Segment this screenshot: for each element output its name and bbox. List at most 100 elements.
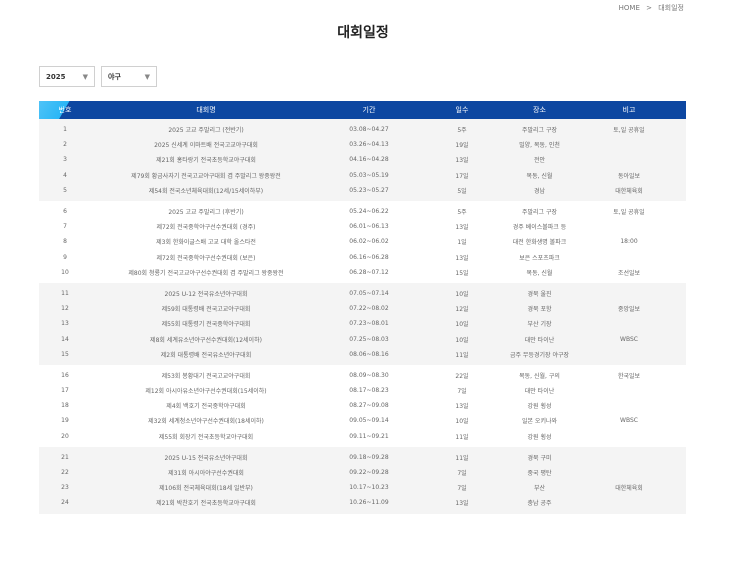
cell-number: 23: [61, 484, 69, 492]
cell-name: 2025 고교 주말리그 (전반기): [168, 127, 244, 135]
cell-days: 13일: [455, 403, 469, 411]
cell-place: 밀양, 목동, 인천: [519, 142, 560, 150]
cell-days: 13일: [455, 224, 469, 232]
breadcrumb: HOME > 대회일정: [617, 3, 686, 13]
cell-period: 07.23~08.01: [349, 320, 389, 328]
cell-period: 07.22~08.02: [349, 305, 389, 313]
table-row: 10 제80회 청룡기 전국고교야구선수권대회 겸 주말리그 왕중왕전 06.28~…: [39, 265, 686, 280]
cell-name: 2025 신세계 이마트배 전국고교야구대회: [154, 142, 258, 150]
table-header: 번호 대회명 기간 일수 장소 비고: [39, 101, 686, 119]
cell-name: 제80회 청룡기 전국고교야구선수권대회 겸 주말리그 왕중왕전: [128, 269, 284, 277]
cell-days: 10일: [455, 321, 469, 329]
row-group: 1 2025 고교 주말리그 (전반기) 03.08~04.27 5주 주말리그 구장 토…: [39, 119, 686, 201]
cell-number: 10: [61, 268, 69, 276]
cell-days: 7일: [457, 470, 467, 478]
cell-note: 중앙일보: [617, 306, 641, 314]
cell-period: 05.23~05.27: [349, 186, 389, 194]
cell-number: 21: [61, 453, 69, 461]
table-row: 9 제72회 전국중학야구선수권대회 (보은) 06.16~06.28 13일 보은 스…: [39, 250, 686, 265]
cell-days: 7일: [457, 388, 467, 396]
cell-number: 19: [61, 417, 69, 425]
cell-days: 11일: [455, 433, 469, 441]
table-row: 22 제31회 아시아야구선수권대회 09.22~09.28 7일 중국 평탄: [39, 465, 686, 480]
table-row: 2 2025 신세계 이마트배 전국고교야구대회 03.26~04.13 19일 밀양,…: [39, 137, 686, 152]
cell-note: WBSC: [620, 335, 638, 343]
cell-name: 제79회 황금사자기 전국고교야구대회 겸 주말리그 왕중왕전: [131, 172, 281, 180]
cell-name: 제55회 회장기 전국초등학교야구대회: [158, 433, 254, 441]
cell-period: 09.18~09.28: [349, 453, 389, 461]
table-body: 1 2025 고교 주말리그 (전반기) 03.08~04.27 5주 주말리그 구장 토…: [39, 119, 686, 514]
cell-period: 06.02~06.02: [349, 238, 389, 246]
cell-period: 05.03~05.19: [349, 171, 389, 179]
cell-name: 제12회 아시아유소년야구선수권대회(15세이하): [145, 388, 267, 396]
cell-period: 09.22~09.28: [349, 469, 389, 477]
table-row: 6 2025 고교 주말리그 (후반기) 05.24~06.22 5주 주말리그 구장 토…: [39, 204, 686, 219]
cell-name: 제2회 대통령배 전국유소년야구대회: [160, 351, 252, 359]
cell-number: 6: [63, 208, 67, 216]
cell-number: 1: [63, 126, 67, 134]
cell-number: 20: [61, 432, 69, 440]
cell-place: 부산 기장: [527, 321, 552, 329]
cell-period: 07.05~07.14: [349, 289, 389, 297]
cell-number: 2: [63, 141, 67, 149]
table-row: 1 2025 고교 주말리그 (전반기) 03.08~04.27 5주 주말리그 구장 토…: [39, 122, 686, 137]
cell-days: 13일: [455, 500, 469, 508]
cell-name: 제4회 백호기 전국중학야구대회: [166, 403, 246, 411]
cell-period: 09.11~09.21: [349, 432, 389, 440]
year-select[interactable]: 2025 ▼: [39, 66, 95, 87]
cell-period: 08.17~08.23: [349, 387, 389, 395]
cell-number: 9: [63, 253, 67, 261]
cell-number: 18: [61, 402, 69, 410]
row-group: 6 2025 고교 주말리그 (후반기) 05.24~06.22 5주 주말리그 구장 토…: [39, 200, 686, 283]
cell-period: 10.17~10.23: [349, 484, 389, 492]
cell-place: 경남: [533, 187, 546, 195]
cell-days: 11일: [455, 351, 469, 359]
breadcrumb-home-link[interactable]: HOME: [619, 4, 640, 12]
cell-days: 11일: [455, 454, 469, 462]
cell-number: 22: [61, 469, 69, 477]
sport-select[interactable]: 야구 ▼: [101, 66, 157, 87]
table-row: 3 제21회 홍타랑기 전국초등학교야구대회 04.16~04.28 13일 전안: [39, 152, 686, 167]
table-row: 11 2025 U-12 전국유소년야구대회 07.05~07.14 10일 경북 울진: [39, 286, 686, 301]
table-row: 15 제2회 대통령배 전국유소년야구대회 08.06~08.16 11일 금주 무등경…: [39, 347, 686, 362]
cell-name: 제31회 아시아야구선수권대회: [168, 470, 244, 478]
table-row: 5 제54회 전국소년체육대회(12세/15세이하부) 05.23~05.27 5일 경…: [39, 183, 686, 198]
table-row: 14 제8회 세계유소년야구선수권대회(12세이하) 07.25~08.03 10일 대…: [39, 331, 686, 346]
cell-days: 13일: [455, 254, 469, 262]
filter-bar: 2025 ▼ 야구 ▼: [39, 66, 157, 87]
cell-name: 제72회 전국중학야구선수권대회 (보은): [156, 254, 256, 262]
table-row: 13 제55회 대통령기 전국중학야구대회 07.23~08.01 10일 부산 기장: [39, 316, 686, 331]
cell-note: WBSC: [620, 417, 638, 425]
cell-period: 08.06~08.16: [349, 350, 389, 358]
cell-period: 03.26~04.13: [349, 141, 389, 149]
cell-name: 제53회 봉황대기 전국고교야구대회: [161, 372, 251, 380]
table-row: 19 제32회 세계청소년야구선수권대회(18세이하) 09.05~09.14 10일…: [39, 413, 686, 428]
cell-name: 제59회 대통령배 전국고교야구대회: [161, 306, 251, 314]
schedule-table: 번호 대회명 기간 일수 장소 비고 1 2025 고교 주말리그 (전반기) 03…: [39, 101, 686, 514]
cell-place: 대전 한화생명 볼파크: [512, 239, 567, 247]
cell-days: 1일: [457, 239, 467, 247]
page-title: 대회일정: [337, 25, 389, 41]
cell-note: 대한체육회: [615, 485, 643, 493]
table-row: 12 제59회 대통령배 전국고교야구대회 07.22~08.02 12일 경북 포항 중…: [39, 301, 686, 316]
cell-period: 08.09~08.30: [349, 371, 389, 379]
cell-name: 제32회 세계청소년야구선수권대회(18세이하): [148, 418, 264, 426]
cell-place: 대만 타이난: [524, 336, 555, 344]
cell-note: 대한체육회: [615, 187, 643, 195]
cell-place: 목동, 신월, 구의: [519, 372, 560, 380]
cell-number: 3: [63, 156, 67, 164]
cell-period: 05.24~06.22: [349, 208, 389, 216]
cell-period: 08.27~09.08: [349, 402, 389, 410]
table-row: 17 제12회 아시아유소년야구선수권대회(15세이하) 08.17~08.23 7일…: [39, 383, 686, 398]
cell-days: 10일: [455, 418, 469, 426]
cell-name: 제106회 전국체육대회(18세 일반부): [159, 485, 253, 493]
cell-note: 18:00: [620, 238, 638, 246]
header-days: 일수: [455, 106, 469, 114]
cell-period: 06.28~07.12: [349, 268, 389, 276]
cell-place: 중국 평탄: [527, 470, 552, 478]
cell-days: 12일: [455, 306, 469, 314]
cell-period: 10.26~11.09: [349, 499, 389, 507]
cell-name: 제21회 박찬호기 전국초등학교야구대회: [156, 500, 256, 508]
cell-place: 경북 울진: [527, 290, 552, 298]
cell-days: 17일: [455, 172, 469, 180]
